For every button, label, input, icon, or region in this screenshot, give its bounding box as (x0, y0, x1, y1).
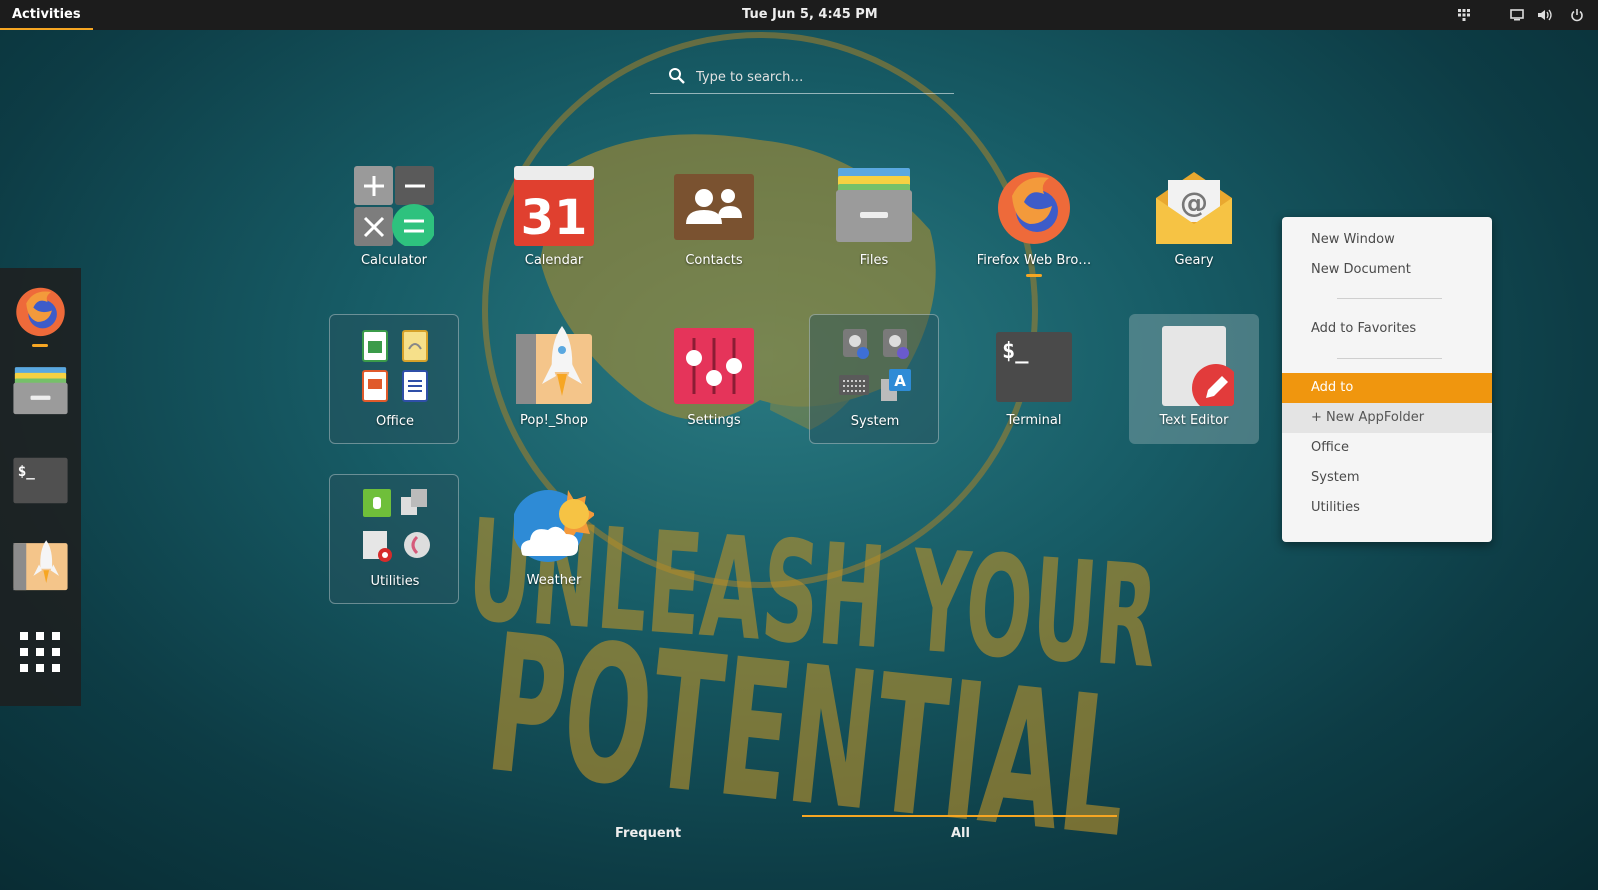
menu-item-system[interactable]: System (1282, 463, 1492, 493)
app-pop-shop[interactable]: Pop!_Shop (489, 314, 619, 444)
dock: $_ (0, 268, 81, 706)
app-label: Firefox Web Bro… (976, 253, 1092, 268)
app-label: Text Editor (1159, 413, 1229, 428)
app-files[interactable]: Files (809, 154, 939, 284)
menu-item-new-window[interactable]: New Window (1282, 225, 1492, 255)
dock-pop-shop[interactable] (12, 536, 69, 593)
menu-separator (1337, 298, 1442, 299)
app-label: Contacts (685, 253, 743, 268)
svg-text:$_: $_ (1002, 339, 1029, 364)
app-label: System (850, 414, 900, 429)
svg-text:31: 31 (521, 190, 588, 246)
app-terminal[interactable]: $_ Terminal (969, 314, 1099, 444)
app-label: Terminal (1006, 413, 1062, 428)
tab-all[interactable]: All (951, 826, 970, 841)
app-label: Pop!_Shop (520, 413, 588, 428)
files-icon (836, 168, 912, 242)
running-indicator (1026, 274, 1042, 277)
contacts-icon (674, 174, 754, 240)
tab-selected-indicator (802, 815, 1117, 817)
app-label: Settings (687, 413, 741, 428)
app-firefox[interactable]: Firefox Web Bro… (969, 154, 1099, 284)
office-folder-icon (362, 330, 428, 402)
display-icon[interactable] (1506, 0, 1528, 30)
activities-button[interactable]: Activities (0, 0, 93, 30)
pop-shop-icon (13, 540, 68, 591)
settings-icon (674, 328, 754, 404)
search-input[interactable] (694, 65, 948, 89)
folder-system[interactable]: A System (809, 314, 939, 444)
menu-item-add-to-favorites[interactable]: Add to Favorites (1282, 314, 1492, 344)
files-icon (13, 367, 68, 415)
context-menu: New Window New Document Add to Favorites… (1282, 217, 1492, 542)
folder-office[interactable]: Office (329, 314, 459, 444)
menu-item-new-appfolder[interactable]: + New AppFolder (1282, 403, 1492, 433)
show-apps-icon (20, 632, 60, 672)
clock[interactable]: Tue Jun 5, 4:45 PM (742, 0, 878, 30)
text-editor-icon (1162, 326, 1234, 406)
top-bar: Activities Tue Jun 5, 4:45 PM (0, 0, 1598, 30)
dock-files[interactable] (12, 360, 69, 417)
terminal-icon: $_ (996, 332, 1072, 402)
weather-icon (514, 490, 594, 562)
menu-item-office[interactable]: Office (1282, 433, 1492, 463)
app-text-editor[interactable]: Text Editor (1129, 314, 1259, 444)
power-icon[interactable] (1566, 0, 1588, 30)
app-label: Files (859, 253, 889, 268)
geary-icon: @ (1156, 172, 1232, 244)
app-geary[interactable]: @ Geary (1129, 154, 1259, 284)
menu-item-add-to[interactable]: Add to (1282, 373, 1492, 403)
utilities-folder-icon (363, 489, 430, 562)
app-label: Utilities (370, 574, 420, 589)
calendar-icon: 31 (514, 166, 594, 246)
folder-utilities[interactable]: Utilities (329, 474, 459, 604)
app-label: Weather (526, 573, 582, 588)
tab-frequent[interactable]: Frequent (615, 826, 681, 841)
menu-separator (1337, 358, 1442, 359)
firefox-icon (16, 287, 65, 337)
svg-text:$_: $_ (18, 464, 36, 480)
dock-show-apps[interactable] (12, 624, 69, 681)
app-weather[interactable]: Weather (489, 474, 619, 604)
terminal-icon: $_ (13, 457, 68, 504)
dock-terminal[interactable]: $_ (12, 452, 69, 509)
menu-item-new-document[interactable]: New Document (1282, 255, 1492, 285)
app-contacts[interactable]: Contacts (649, 154, 779, 284)
system-folder-icon: A (839, 329, 911, 401)
app-settings[interactable]: Settings (649, 314, 779, 444)
running-indicator (32, 344, 48, 347)
app-calculator[interactable]: Calculator (329, 154, 459, 284)
app-label: Calculator (360, 253, 427, 268)
network-icon[interactable] (1453, 0, 1475, 30)
calculator-icon (354, 166, 434, 246)
app-label: Office (376, 414, 414, 429)
svg-text:@: @ (1180, 186, 1208, 219)
app-label: Calendar (524, 253, 584, 268)
firefox-icon (998, 172, 1070, 244)
app-label: Geary (1174, 253, 1214, 268)
app-calendar[interactable]: 31 Calendar (489, 154, 619, 284)
menu-item-utilities[interactable]: Utilities (1282, 493, 1492, 523)
search-icon (669, 68, 685, 84)
search-bar (650, 62, 954, 94)
pop-shop-icon (516, 326, 592, 404)
svg-text:A: A (894, 372, 906, 390)
dock-firefox[interactable] (12, 282, 69, 339)
volume-icon[interactable] (1533, 0, 1555, 30)
